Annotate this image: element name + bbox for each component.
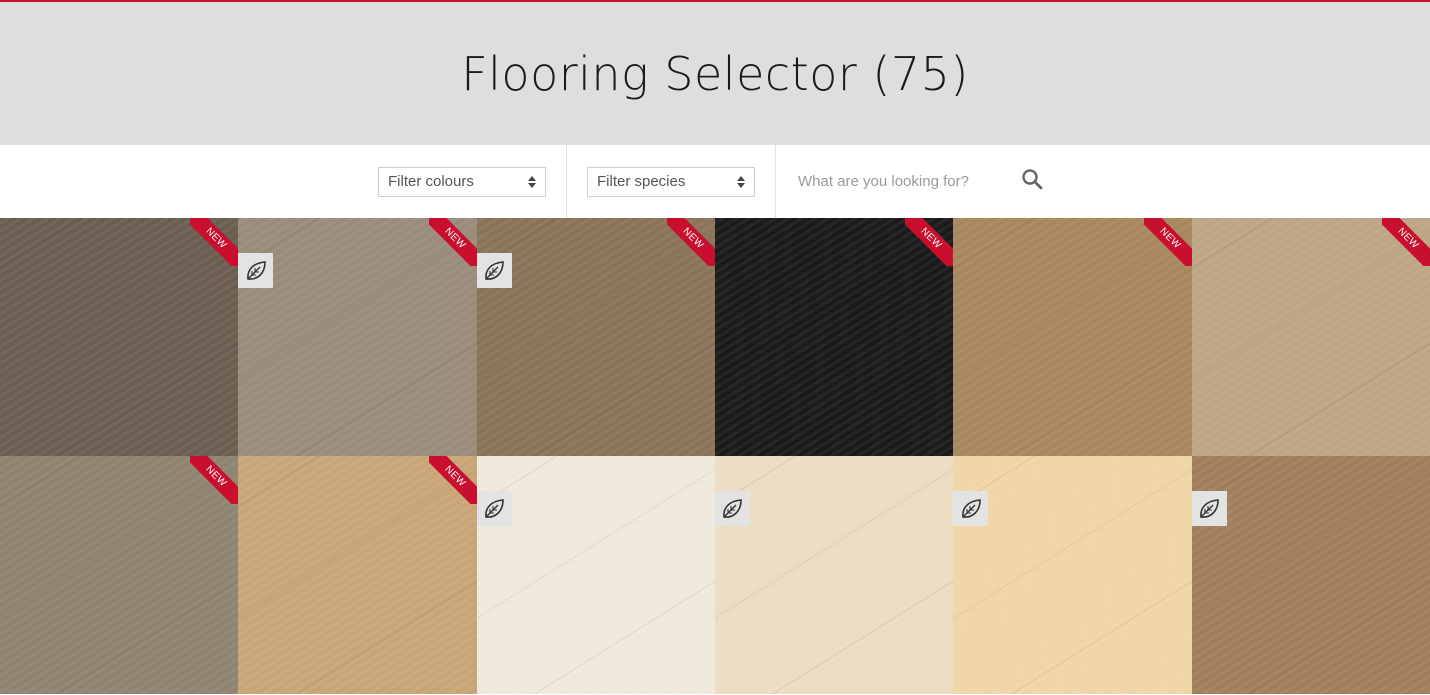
new-badge: NEW xyxy=(1381,218,1430,266)
product-tile[interactable]: NEW xyxy=(1191,218,1430,456)
search-box xyxy=(796,167,1052,196)
page-title: Flooring Selector (75) xyxy=(461,46,969,101)
leaf-icon xyxy=(238,253,274,288)
new-badge: NEW xyxy=(1143,218,1192,266)
new-badge-label: NEW xyxy=(1143,218,1192,266)
product-tile[interactable]: NEW xyxy=(714,218,954,456)
product-tile[interactable]: NEW xyxy=(953,218,1192,456)
product-tile[interactable]: NEW xyxy=(0,218,239,456)
new-badge: NEW xyxy=(428,218,477,266)
colour-filter-cell: Filter colours xyxy=(358,145,566,218)
new-badge: NEW xyxy=(190,218,239,266)
filter-colours-select[interactable]: Filter colours xyxy=(378,166,546,197)
new-badge: NEW xyxy=(190,456,239,504)
product-grid: NEW NEW NEW NEW NEW NEW NEW NEW xyxy=(0,218,1430,694)
new-badge: NEW xyxy=(666,218,715,266)
page-header: Flooring Selector (75) xyxy=(0,2,1430,145)
product-tile[interactable] xyxy=(1191,456,1430,694)
new-badge-label: NEW xyxy=(905,218,954,266)
new-badge-label: NEW xyxy=(428,218,477,266)
product-tile[interactable] xyxy=(714,456,954,694)
product-tile[interactable]: NEW xyxy=(238,456,477,694)
leaf-icon xyxy=(953,491,989,526)
new-badge-label: NEW xyxy=(666,218,715,266)
product-tile[interactable]: NEW xyxy=(0,456,239,694)
species-filter-cell: Filter species xyxy=(566,145,775,218)
filter-species-select[interactable]: Filter species xyxy=(587,166,755,197)
new-badge-label: NEW xyxy=(428,456,477,504)
leaf-icon xyxy=(476,491,512,526)
filter-bar: Filter colours Filter species xyxy=(0,145,1430,218)
leaf-icon xyxy=(1191,491,1227,526)
product-tile[interactable]: NEW xyxy=(476,218,715,456)
select-arrows-icon xyxy=(528,175,536,188)
leaf-icon xyxy=(714,491,750,526)
search-icon[interactable] xyxy=(1020,167,1044,196)
product-tile[interactable] xyxy=(953,456,1192,694)
product-tile[interactable]: NEW xyxy=(238,218,477,456)
new-badge-label: NEW xyxy=(190,218,239,266)
new-badge-label: NEW xyxy=(190,456,239,504)
product-tile[interactable] xyxy=(476,456,715,694)
new-badge: NEW xyxy=(905,218,954,266)
new-badge-label: NEW xyxy=(1381,218,1430,266)
filter-species-label: Filter species xyxy=(597,173,686,190)
search-input[interactable] xyxy=(796,172,1020,191)
search-cell xyxy=(775,145,1072,218)
select-arrows-icon xyxy=(737,175,745,188)
new-badge: NEW xyxy=(428,456,477,504)
filter-colours-label: Filter colours xyxy=(388,173,474,190)
leaf-icon xyxy=(476,253,512,288)
